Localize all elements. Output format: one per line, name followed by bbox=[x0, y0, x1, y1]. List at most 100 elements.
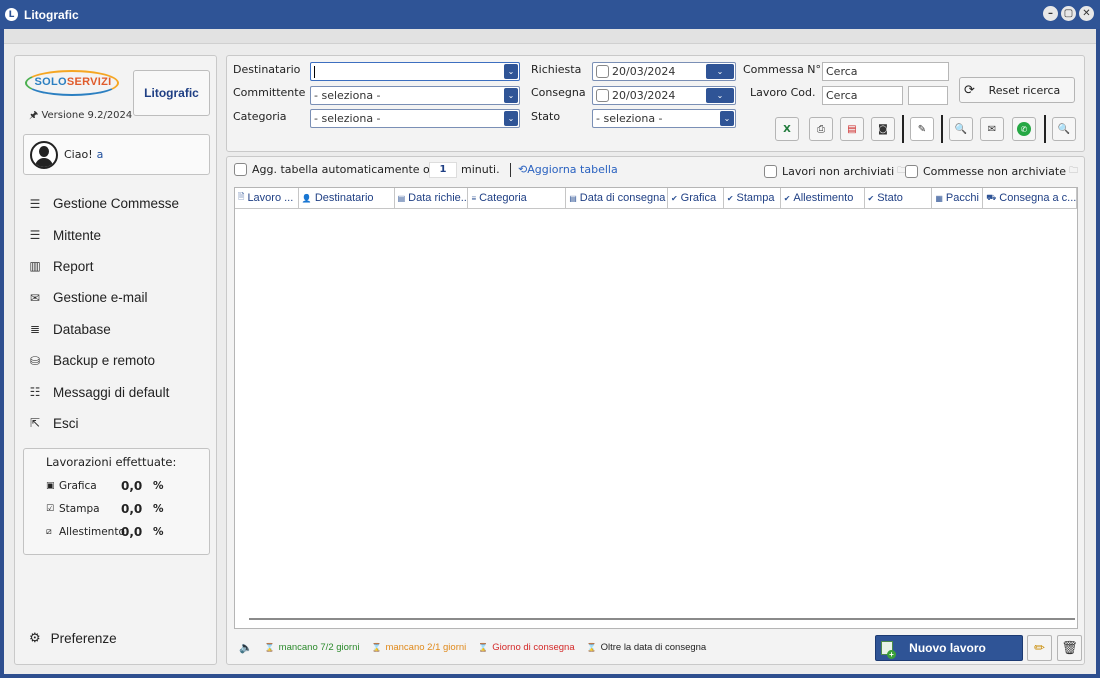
minutes-input[interactable]: 1 bbox=[429, 162, 457, 178]
sidebar-menu: ☰ Gestione Commesse ☰ Mittente ▥ Report … bbox=[27, 188, 212, 439]
logo-text-solo: SOLO bbox=[34, 76, 67, 88]
lavoro-cod-extra-input[interactable] bbox=[908, 86, 948, 105]
delete-job-button[interactable]: 🗑 bbox=[1057, 635, 1082, 661]
camera-button[interactable]: ◙ bbox=[871, 117, 895, 141]
richiesta-date[interactable]: 20/03/2024 ⌄ bbox=[592, 62, 736, 81]
chevron-down-icon[interactable]: ⌄ bbox=[706, 64, 734, 79]
chevron-down-icon[interactable]: ⌄ bbox=[504, 64, 518, 79]
column-header[interactable]: ✔ Stato bbox=[865, 188, 933, 208]
stat-stampa: ☑ Stampa 0,0 % bbox=[46, 502, 164, 516]
trash-icon: 🗑 bbox=[1061, 640, 1078, 656]
email-button[interactable]: ✉ bbox=[980, 117, 1004, 141]
menu-database[interactable]: ≣ Database bbox=[27, 314, 212, 345]
commesse-non-archiviate-checkbox[interactable] bbox=[905, 164, 918, 178]
column-header[interactable]: 🗎 Lavoro ... bbox=[235, 188, 299, 208]
jobs-table: 🗎 Lavoro ... 👤 Destinatario ▤ Data richie... ≡… bbox=[234, 187, 1078, 629]
consegna-date[interactable]: 20/03/2024 ⌄ bbox=[592, 86, 736, 105]
chevron-down-icon[interactable]: ⌄ bbox=[720, 111, 734, 126]
horizontal-scrollbar[interactable] bbox=[249, 618, 1075, 620]
column-header[interactable]: ✔ Stampa bbox=[724, 188, 781, 208]
column-header[interactable]: ✔ Grafica bbox=[668, 188, 724, 208]
chevron-down-icon[interactable]: ⌄ bbox=[504, 88, 518, 103]
column-header[interactable]: ✔ Allestimento bbox=[781, 188, 865, 208]
committente-select[interactable]: - seleziona - ⌄ bbox=[310, 86, 520, 105]
hourglass-icon: ⌛ bbox=[371, 643, 382, 652]
minutes-label: minuti. bbox=[461, 163, 500, 176]
column-icon: ▤ bbox=[569, 193, 577, 203]
column-icon: ✔ bbox=[867, 193, 875, 203]
menu-esci[interactable]: ⇱ Esci bbox=[27, 408, 212, 439]
app-icon: L bbox=[5, 8, 18, 21]
column-header[interactable]: ▤ Data di consegna bbox=[566, 188, 668, 208]
edit-job-button[interactable]: ✏ bbox=[1027, 635, 1052, 661]
column-header[interactable]: 👤 Destinatario bbox=[299, 188, 395, 208]
legend-item-giorno: ⌛ Giorno di consegna bbox=[478, 642, 575, 653]
richiesta-label: Richiesta bbox=[531, 63, 582, 76]
reset-search-button[interactable]: ⟳ Reset ricerca bbox=[959, 77, 1075, 103]
litografic-button[interactable]: Litografic bbox=[133, 70, 210, 116]
database-icon: ≣ bbox=[29, 322, 41, 337]
greeting: Ciao! bbox=[64, 148, 93, 161]
refresh-table-link[interactable]: ⟲Aggiorna tabella bbox=[518, 163, 618, 176]
toolbar-separator bbox=[1044, 115, 1046, 143]
chevron-down-icon[interactable]: ⌄ bbox=[706, 88, 734, 103]
commessa-label: Commessa N° bbox=[743, 63, 822, 76]
column-header[interactable]: ▦ Pacchi bbox=[932, 188, 984, 208]
menu-messaggi-default[interactable]: ☷ Messaggi di default bbox=[27, 376, 212, 407]
column-icon: 🗎 bbox=[238, 192, 245, 201]
lavoro-cod-search-input[interactable]: Cerca bbox=[822, 86, 903, 105]
print-button[interactable]: ⎙ bbox=[809, 117, 833, 141]
column-header[interactable]: ▤ Data richie... bbox=[395, 188, 469, 208]
refresh-icon: ⟲ bbox=[518, 163, 528, 176]
commessa-search-input[interactable]: Cerca bbox=[822, 62, 949, 81]
filters-panel: Destinatario ⌄ Committente - seleziona -… bbox=[226, 55, 1085, 152]
menu-mittente[interactable]: ☰ Mittente bbox=[27, 219, 212, 250]
menu-preferenze[interactable]: ⚙ Preferenze bbox=[29, 630, 117, 646]
gear-icon: ⚙ bbox=[29, 630, 41, 645]
menu-backup-remoto[interactable]: ⛁ Backup e remoto bbox=[27, 345, 212, 376]
consegna-checkbox[interactable] bbox=[596, 89, 609, 102]
soloservizi-logo: SOLOSERVIZI bbox=[23, 70, 123, 102]
edit-button[interactable]: ✎ bbox=[910, 117, 934, 141]
pdf-button[interactable]: ▤ bbox=[840, 117, 864, 141]
lavori-non-archiviati-option[interactable]: Lavori non archiviati 🗀 bbox=[764, 163, 906, 179]
preview-button[interactable]: 🔍 bbox=[949, 117, 973, 141]
logo-text-servizi: SERVIZI bbox=[66, 76, 112, 88]
categoria-select[interactable]: - seleziona - ⌄ bbox=[310, 109, 520, 128]
stato-select[interactable]: - seleziona - ⌄ bbox=[592, 109, 736, 128]
commesse-non-archiviate-option[interactable]: Commesse non archiviate 🗀 bbox=[905, 163, 1078, 179]
deadline-legend: 🔈 ⌛ mancano 7/2 giorni ⌛ mancano 2/1 gio… bbox=[239, 641, 718, 654]
menu-gestione-commesse[interactable]: ☰ Gestione Commesse bbox=[27, 188, 212, 219]
allestimento-icon: ⧄ bbox=[46, 527, 52, 537]
auto-update-option[interactable]: Agg. tabella automaticamente ogni bbox=[234, 163, 447, 176]
excel-export-button[interactable]: X bbox=[775, 117, 799, 141]
column-icon: ≡ bbox=[471, 193, 477, 203]
maximize-button[interactable]: ▢ bbox=[1061, 6, 1076, 21]
menu-report[interactable]: ▥ Report bbox=[27, 251, 212, 282]
destinatario-select[interactable]: ⌄ bbox=[310, 62, 520, 81]
close-button[interactable]: ✕ bbox=[1079, 6, 1094, 21]
minimize-button[interactable]: – bbox=[1043, 6, 1058, 21]
column-header[interactable]: ≡ Categoria bbox=[468, 188, 567, 208]
column-header[interactable]: ⛟ Consegna a c... bbox=[983, 188, 1077, 208]
whatsapp-button[interactable]: ✆ bbox=[1012, 117, 1036, 141]
user-box: Ciao! a bbox=[23, 134, 210, 175]
lavori-non-archiviati-checkbox[interactable] bbox=[764, 164, 777, 178]
folder-icon: 🗀 bbox=[1069, 166, 1079, 176]
chevron-down-icon[interactable]: ⌄ bbox=[504, 111, 518, 126]
chart-icon: ▥ bbox=[29, 259, 41, 274]
sidebar: SOLOSERVIZI 🖈 Versione 9.2/2024 Litograf… bbox=[14, 55, 217, 665]
auto-update-checkbox[interactable] bbox=[234, 163, 247, 176]
column-icon: ▦ bbox=[935, 193, 943, 203]
new-job-button[interactable]: Nuovo lavoro bbox=[875, 635, 1023, 661]
title-bar: L Litografic – ▢ ✕ bbox=[0, 0, 1100, 29]
richiesta-checkbox[interactable] bbox=[596, 65, 609, 78]
window-controls: – ▢ ✕ bbox=[1043, 6, 1094, 21]
menu-gestione-email[interactable]: ✉ Gestione e-mail bbox=[27, 282, 212, 313]
whatsapp-icon: ✆ bbox=[1017, 122, 1031, 136]
camera-icon: ◙ bbox=[878, 123, 888, 135]
user-name[interactable]: a bbox=[97, 148, 104, 161]
stat-grafica: ▣ Grafica 0,0 % bbox=[46, 479, 164, 493]
zoom-button[interactable]: 🔍 bbox=[1052, 117, 1076, 141]
stats-box: Lavorazioni effettuate: ▣ Grafica 0,0 % … bbox=[23, 448, 210, 555]
